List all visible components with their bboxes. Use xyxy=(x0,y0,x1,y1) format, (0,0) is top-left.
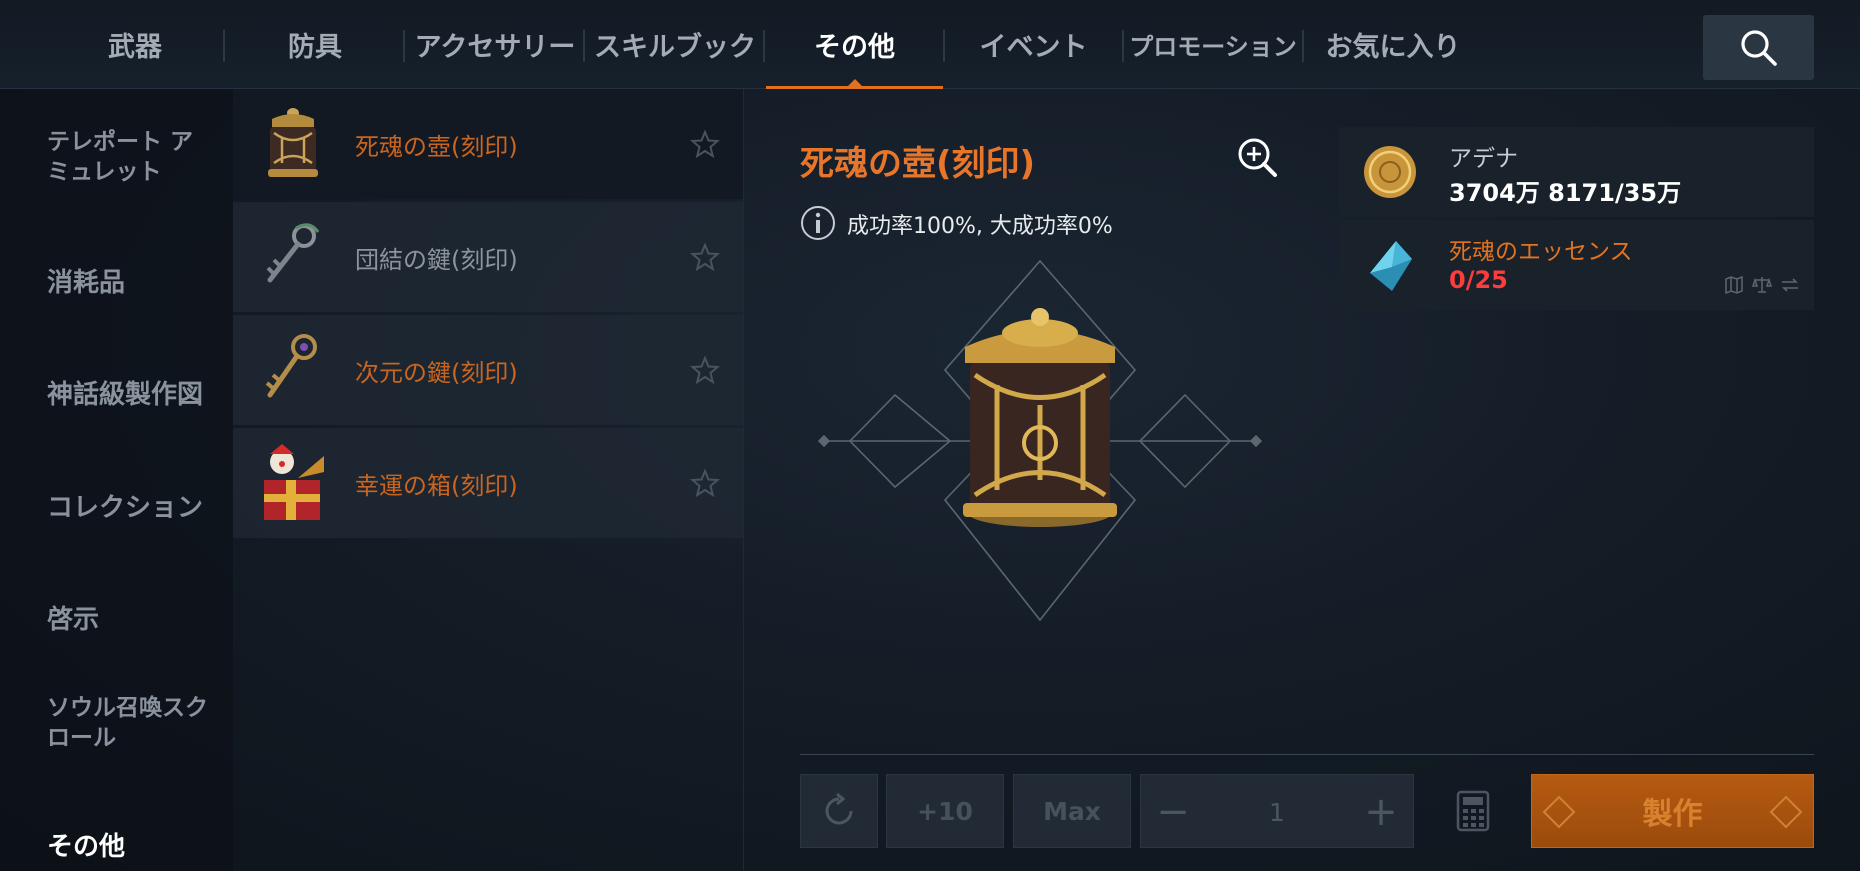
tab-divider xyxy=(943,30,945,62)
quantity-stepper: − 1 + xyxy=(1140,774,1414,848)
material-name: アデナ xyxy=(1449,146,1518,172)
category-label-line1: テレポート ア xyxy=(47,129,194,155)
tab-favorites[interactable]: お気に入り xyxy=(1307,0,1479,89)
material-amount: 0/25 xyxy=(1449,266,1508,294)
list-item[interactable]: 死魂の壺(刻印) xyxy=(233,89,744,199)
search-icon xyxy=(1740,29,1777,66)
item-preview-image xyxy=(817,259,1263,622)
tab-promotion[interactable]: プロモーション xyxy=(1127,0,1299,89)
tab-other[interactable]: その他 xyxy=(766,0,943,89)
exchange-icon[interactable] xyxy=(1780,276,1800,294)
essence-crystal-icon xyxy=(1370,241,1412,291)
material-amount: 3704万 8171/35万 xyxy=(1449,179,1682,207)
list-item[interactable]: 団結の鍵(刻印) xyxy=(233,202,744,312)
category-teleport-amulet[interactable]: テレポート ア ミュレット xyxy=(47,127,227,187)
reset-icon xyxy=(825,792,853,825)
zoom-in-icon[interactable] xyxy=(1236,136,1278,178)
map-icon[interactable] xyxy=(1724,276,1744,294)
quantity-value[interactable]: 1 xyxy=(1211,775,1343,849)
tab-divider xyxy=(763,30,765,62)
adena-coin-icon xyxy=(1364,146,1416,198)
urn-icon xyxy=(268,108,318,177)
favorite-star-icon[interactable] xyxy=(690,242,720,272)
material-shortcuts xyxy=(1724,276,1800,294)
category-collection[interactable]: コレクション xyxy=(47,493,227,524)
material-row[interactable]: アデナ 3704万 8171/35万 xyxy=(1339,127,1814,217)
favorite-star-icon[interactable] xyxy=(690,129,720,159)
category-sidebar: テレポート ア ミュレット 消耗品 神話級製作図 コレクション 啓示 ソウル召喚… xyxy=(0,89,233,871)
item-list: 死魂の壺(刻印) 団結の鍵(刻印) 次元の鍵(刻印) 幸運の箱(刻印) xyxy=(233,89,744,871)
reset-button[interactable] xyxy=(800,774,878,848)
tab-armor[interactable]: 防具 xyxy=(235,0,395,89)
ornament-icon xyxy=(1542,795,1576,829)
search-button[interactable] xyxy=(1703,15,1814,80)
favorite-star-icon[interactable] xyxy=(690,355,720,385)
scale-icon[interactable] xyxy=(1752,276,1772,294)
tab-accessories[interactable]: アクセサリー xyxy=(410,0,580,89)
tab-divider xyxy=(1122,30,1124,62)
category-label-line2: ロール xyxy=(47,725,116,751)
craft-label: 製作 xyxy=(1642,797,1703,832)
favorite-star-icon[interactable] xyxy=(690,468,720,498)
calculator-icon[interactable] xyxy=(1456,790,1490,832)
category-label-line1: ソウル召喚スク xyxy=(47,695,208,721)
category-other[interactable]: その他 xyxy=(47,832,227,863)
material-row[interactable]: 死魂のエッセンス 0/25 xyxy=(1339,220,1814,310)
category-mythic-recipes[interactable]: 神話級製作図 xyxy=(47,380,227,411)
key-icon xyxy=(266,223,320,283)
tab-divider xyxy=(1302,30,1304,62)
increment-button[interactable]: + xyxy=(1351,775,1411,849)
category-soul-summon-scroll[interactable]: ソウル召喚スク ロール xyxy=(47,693,227,753)
success-rate-text: 成功率100%, 大成功率0% xyxy=(847,214,1113,239)
tab-skillbook[interactable]: スキルブック xyxy=(590,0,760,89)
ornate-key-icon xyxy=(265,334,317,398)
item-name: 次元の鍵(刻印) xyxy=(355,358,518,387)
item-name: 死魂の壺(刻印) xyxy=(355,132,518,161)
category-consumables[interactable]: 消耗品 xyxy=(47,268,227,299)
tab-weapons[interactable]: 武器 xyxy=(55,0,215,89)
item-name: 幸運の箱(刻印) xyxy=(355,471,518,500)
tab-event[interactable]: イベント xyxy=(950,0,1117,89)
item-title: 死魂の壺(刻印) xyxy=(800,144,1036,184)
tab-divider xyxy=(403,30,405,62)
max-button[interactable]: Max xyxy=(1013,774,1131,848)
panel-divider xyxy=(743,89,744,871)
category-label-line2: ミュレット xyxy=(47,159,162,185)
ornament-icon xyxy=(1769,795,1803,829)
item-name: 団結の鍵(刻印) xyxy=(355,245,518,274)
info-icon[interactable] xyxy=(800,205,836,241)
list-item[interactable]: 幸運の箱(刻印) xyxy=(233,428,744,538)
plus-10-button[interactable]: +10 xyxy=(886,774,1004,848)
decrement-button[interactable]: − xyxy=(1143,775,1203,849)
list-item[interactable]: 次元の鍵(刻印) xyxy=(233,315,744,425)
category-revelation[interactable]: 啓示 xyxy=(47,605,227,636)
tab-divider xyxy=(583,30,585,62)
jack-in-box-icon xyxy=(264,444,324,520)
top-nav: 武器 防具 アクセサリー スキルブック その他 イベント プロモーション お気に… xyxy=(0,0,1860,89)
material-name: 死魂のエッセンス xyxy=(1449,239,1633,265)
craft-button[interactable]: 製作 xyxy=(1531,774,1814,848)
tab-divider xyxy=(223,30,225,62)
divider xyxy=(800,754,1814,755)
